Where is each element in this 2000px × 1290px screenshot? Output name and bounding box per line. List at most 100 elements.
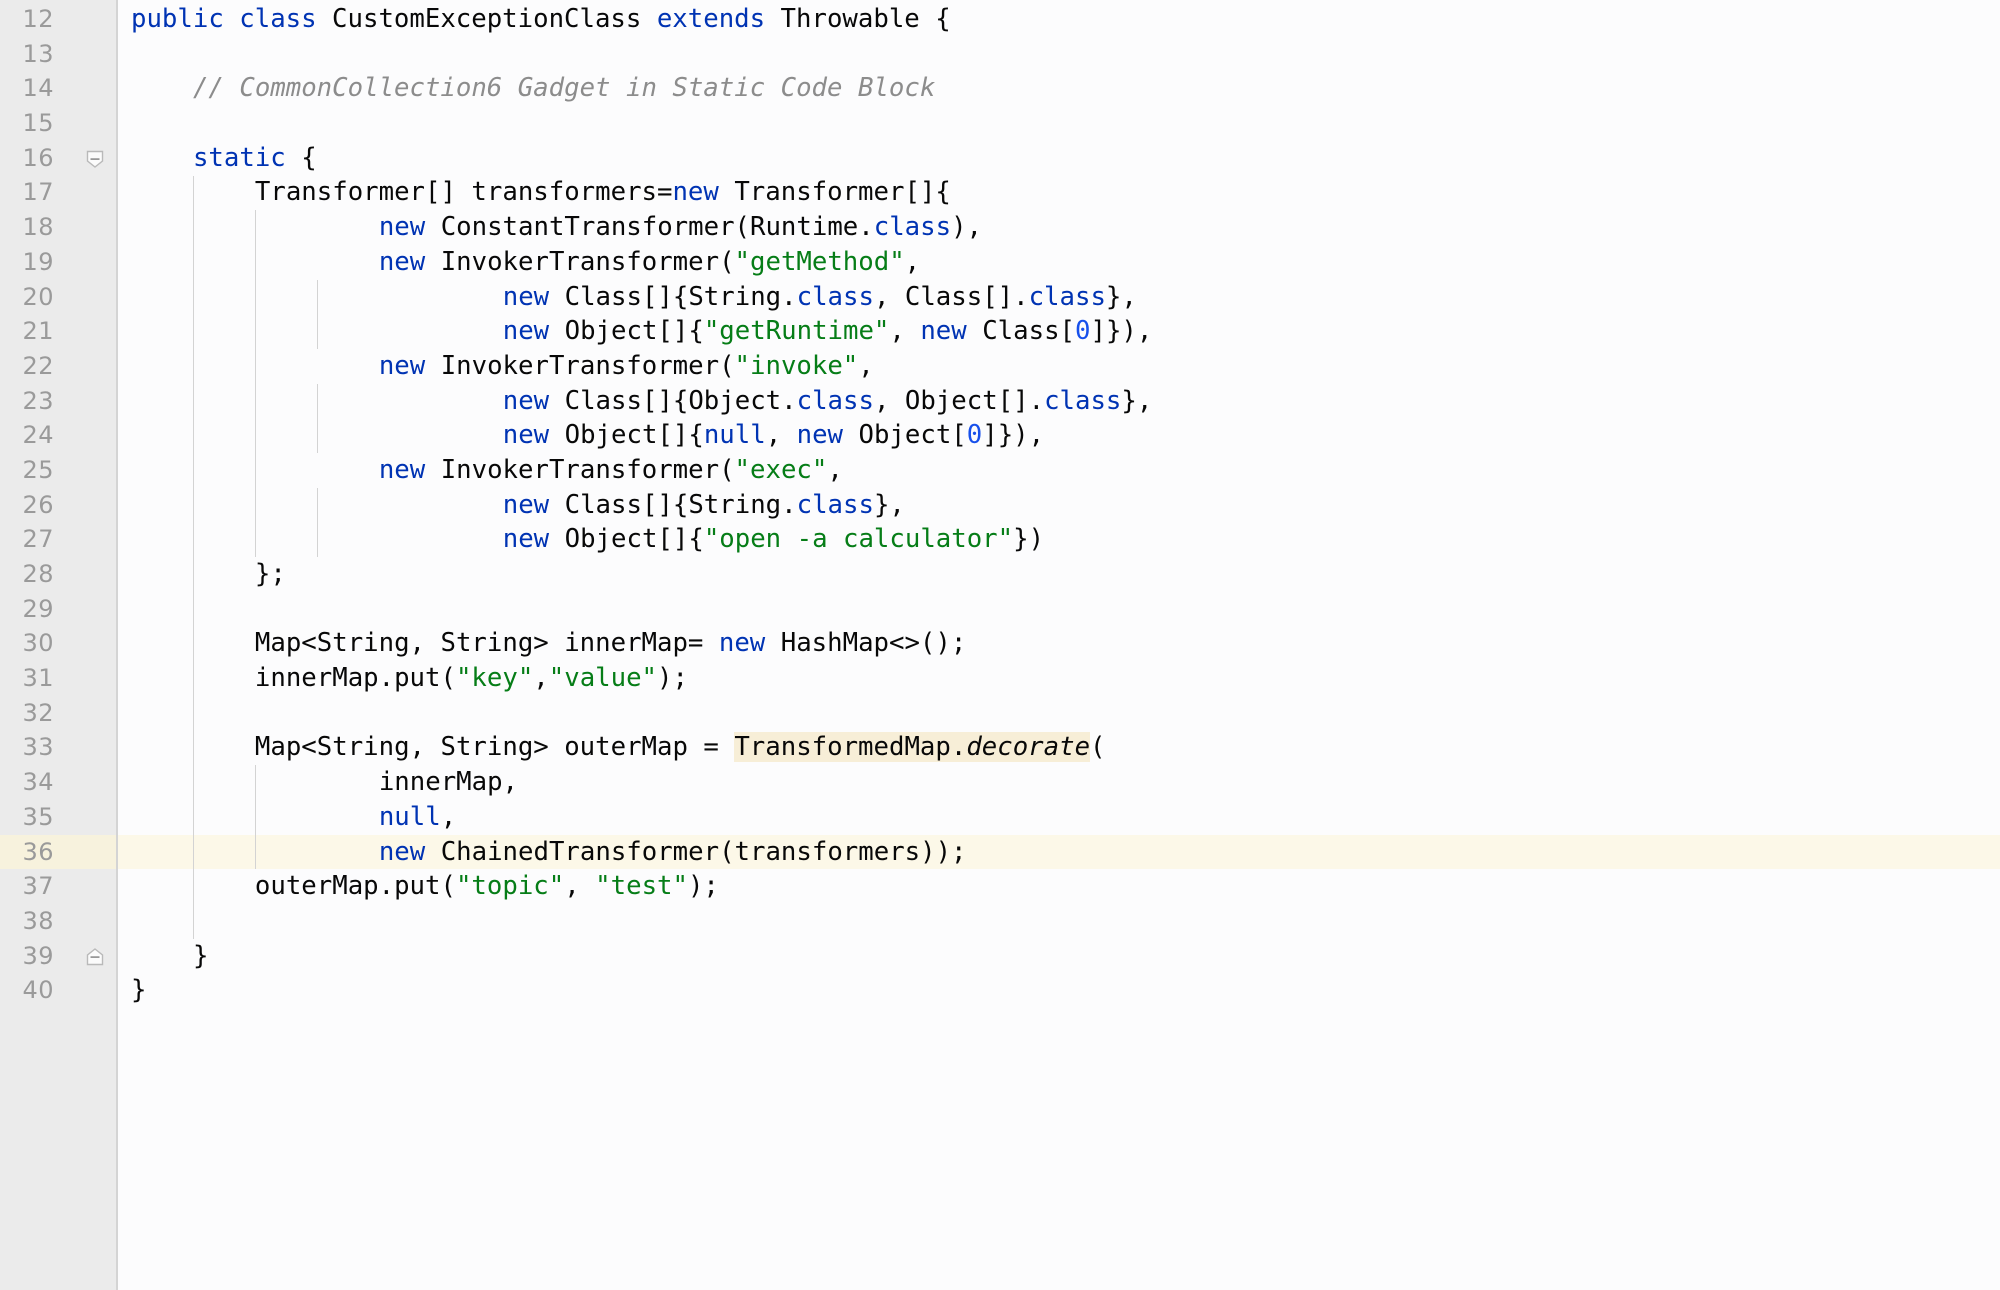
code-line[interactable]	[0, 904, 2000, 939]
gutter-row[interactable]: 21	[0, 314, 116, 349]
code-token: "topic"	[455, 871, 565, 902]
code-token: Object[]{	[549, 524, 704, 555]
code-editor[interactable]: public class CustomExceptionClass extend…	[0, 0, 2000, 1290]
code-token: "key"	[455, 663, 534, 694]
code-token: "getMethod"	[734, 246, 905, 277]
indent-guide-line	[193, 175, 194, 939]
gutter-row[interactable]: 18	[0, 210, 116, 245]
code-line[interactable]: innerMap,	[0, 765, 2000, 800]
gutter-row[interactable]: 14	[0, 71, 116, 106]
line-number: 13	[22, 39, 54, 68]
code-line[interactable]: static {	[0, 141, 2000, 176]
code-text: null,	[379, 800, 456, 835]
code-line[interactable]: new Object[]{"getRuntime", new Class[0]}…	[0, 314, 2000, 349]
line-number: 20	[22, 282, 54, 311]
line-number: 30	[22, 629, 54, 658]
gutter-row[interactable]: 35	[0, 800, 116, 835]
code-surface[interactable]: public class CustomExceptionClass extend…	[0, 0, 2000, 1290]
gutter-row[interactable]: 40	[0, 973, 116, 1008]
code-text: new Class[]{String.class, Class[].class}…	[503, 280, 1137, 315]
code-line[interactable]	[0, 37, 2000, 72]
code-line[interactable]: outerMap.put("topic", "test");	[0, 869, 2000, 904]
code-line[interactable]: }	[0, 939, 2000, 974]
code-line[interactable]: new ChainedTransformer(transformers));	[0, 834, 2000, 870]
code-line[interactable]	[0, 106, 2000, 141]
gutter-row[interactable]: 33	[0, 730, 116, 765]
gutter-row[interactable]: 23	[0, 384, 116, 419]
code-line[interactable]: }	[0, 973, 2000, 1008]
editor-gutter[interactable]: 12 13 14 15 16 17 18 19 20 21 22 23 24 25 26 27 28 29 30 31…	[0, 0, 118, 1290]
line-number: 27	[22, 525, 54, 554]
line-number: 29	[22, 594, 54, 623]
gutter-row[interactable]: 16	[0, 141, 116, 176]
gutter-row[interactable]: 24	[0, 418, 116, 453]
gutter-row[interactable]: 19	[0, 245, 116, 280]
gutter-row[interactable]: 38	[0, 904, 116, 939]
code-line[interactable]: null,	[0, 800, 2000, 835]
gutter-row[interactable]: 39	[0, 939, 116, 974]
code-line[interactable]: new Object[]{null, new Object[0]}),	[0, 418, 2000, 453]
code-text: public class CustomExceptionClass extend…	[131, 2, 951, 37]
indent-guide-line	[317, 487, 318, 558]
code-token: "value"	[548, 663, 658, 694]
code-line[interactable]: new ConstantTransformer(Runtime.class),	[0, 210, 2000, 245]
code-line[interactable]: Transformer[] transformers=new Transform…	[0, 175, 2000, 210]
code-token: InvokerTransformer(	[425, 246, 735, 277]
code-line[interactable]: new Object[]{"open -a calculator"})	[0, 522, 2000, 557]
gutter-row[interactable]: 25	[0, 453, 116, 488]
code-line[interactable]: public class CustomExceptionClass extend…	[0, 2, 2000, 37]
code-line[interactable]: new InvokerTransformer("getMethod",	[0, 245, 2000, 280]
code-line[interactable]: Map<String, String> innerMap= new HashMa…	[0, 626, 2000, 661]
code-line[interactable]: Map<String, String> outerMap = Transform…	[0, 730, 2000, 765]
code-text: }	[193, 939, 208, 974]
fold-end-icon[interactable]	[84, 946, 106, 968]
code-line[interactable]: new Class[]{Object.class, Object[].class…	[0, 384, 2000, 419]
code-text: new Class[]{Object.class, Object[].class…	[503, 384, 1153, 419]
code-line[interactable]: // CommonCollection6 Gadget in Static Co…	[0, 71, 2000, 106]
line-number: 36	[22, 837, 54, 866]
gutter-row[interactable]: 15	[0, 106, 116, 141]
gutter-row[interactable]: 17	[0, 175, 116, 210]
code-line[interactable]: new InvokerTransformer("invoke",	[0, 349, 2000, 384]
code-token: extends	[656, 4, 766, 34]
code-token: ,	[858, 350, 874, 381]
code-token: new	[378, 246, 426, 277]
code-token: ]}),	[982, 420, 1045, 451]
code-token: ,	[440, 801, 457, 832]
code-line[interactable]: new Class[]{String.class, Class[].class}…	[0, 280, 2000, 315]
code-token: ChainedTransformer(transformers));	[425, 836, 967, 867]
code-line[interactable]	[0, 592, 2000, 627]
indent-guide-line	[255, 765, 256, 870]
code-text: new ChainedTransformer(transformers));	[379, 835, 967, 870]
code-token: outerMap.put(	[254, 871, 456, 902]
gutter-row[interactable]: 22	[0, 349, 116, 384]
code-token: "test"	[595, 871, 688, 902]
code-line[interactable]: };	[0, 557, 2000, 592]
code-line[interactable]: new Class[]{String.class},	[0, 488, 2000, 523]
gutter-row[interactable]: 27	[0, 522, 116, 557]
code-token: Object[]{	[549, 420, 704, 451]
code-text: innerMap,	[379, 765, 518, 800]
code-line[interactable]: innerMap.put("key","value");	[0, 661, 2000, 696]
gutter-row[interactable]: 30	[0, 626, 116, 661]
fold-collapse-icon[interactable]	[84, 148, 106, 170]
line-number: 18	[22, 213, 54, 242]
gutter-row[interactable]: 26	[0, 488, 116, 523]
gutter-row[interactable]: 31	[0, 661, 116, 696]
code-token: Class[]{Object.	[549, 385, 797, 416]
gutter-row[interactable]: 13	[0, 37, 116, 72]
gutter-row[interactable]: 34	[0, 765, 116, 800]
gutter-row[interactable]: 12	[0, 2, 116, 37]
code-token: Throwable {	[765, 4, 951, 34]
gutter-row[interactable]: 36	[0, 834, 116, 870]
gutter-row[interactable]: 37	[0, 869, 116, 904]
code-line[interactable]: new InvokerTransformer("exec",	[0, 453, 2000, 488]
gutter-row[interactable]: 28	[0, 557, 116, 592]
code-line[interactable]	[0, 696, 2000, 731]
gutter-row[interactable]: 29	[0, 592, 116, 627]
line-number: 24	[22, 421, 54, 450]
gutter-row[interactable]: 32	[0, 696, 116, 731]
code-token: (	[1090, 732, 1106, 763]
gutter-row[interactable]: 20	[0, 280, 116, 315]
code-token: Transformer[] transformers=	[254, 177, 673, 208]
